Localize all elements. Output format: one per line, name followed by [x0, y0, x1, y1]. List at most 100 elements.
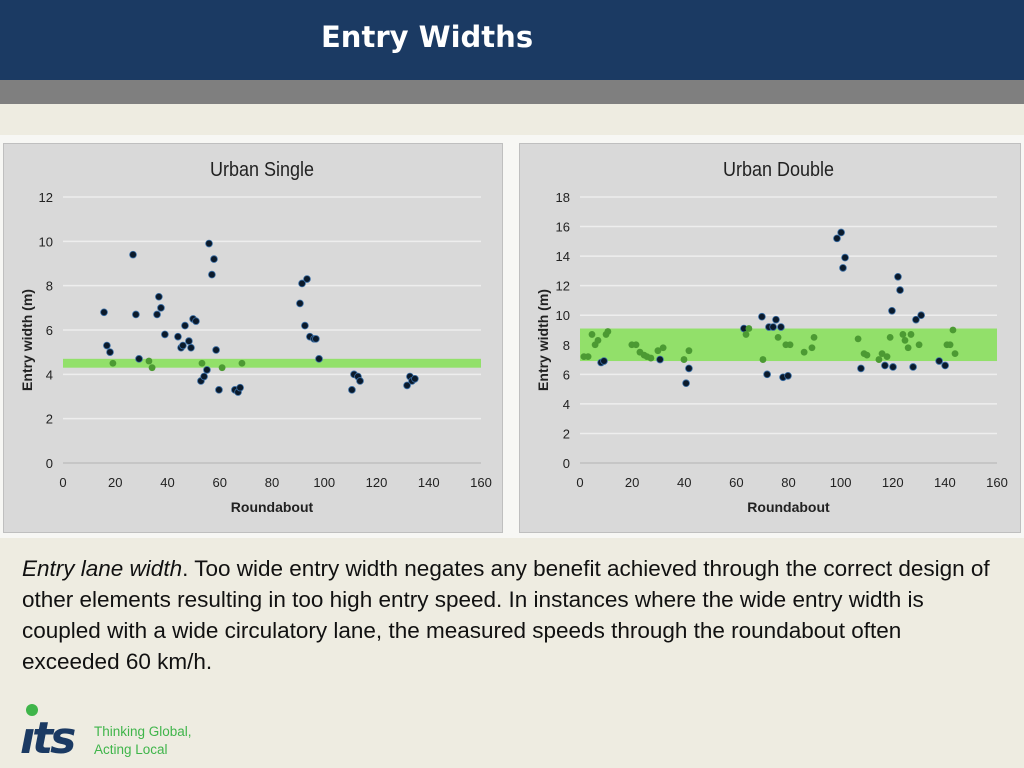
data-point-in-band — [808, 344, 816, 352]
data-point — [837, 228, 845, 237]
data-point-in-band — [594, 336, 602, 344]
x-tick-label: 120 — [366, 475, 388, 490]
data-point — [777, 323, 785, 331]
chart-title: Urban Single — [210, 159, 314, 181]
y-axis-label: Entry width (m) — [535, 289, 551, 391]
data-point-in-band — [810, 333, 818, 341]
data-point — [192, 317, 200, 325]
x-tick-label: 60 — [729, 475, 743, 490]
data-point — [181, 321, 189, 330]
data-point-in-band — [800, 348, 808, 356]
data-point — [161, 330, 169, 339]
data-point — [894, 273, 902, 281]
x-tick-label: 140 — [934, 475, 956, 490]
x-tick-label: 100 — [313, 475, 335, 490]
x-tick-label: 160 — [986, 475, 1008, 490]
data-point — [303, 275, 311, 283]
y-tick-label: 8 — [46, 279, 53, 294]
data-point-in-band — [198, 359, 206, 367]
slide-caption: Entry lane width. Too wide entry width n… — [22, 553, 1002, 677]
data-point — [236, 383, 244, 392]
data-point-in-band — [745, 325, 753, 332]
data-point — [103, 341, 111, 350]
header-divider — [0, 80, 1024, 104]
y-tick-label: 12 — [39, 190, 53, 205]
data-point — [935, 357, 943, 365]
data-point — [205, 239, 213, 248]
x-tick-label: 20 — [625, 475, 639, 490]
svg-text:ıts: ıts — [20, 713, 75, 757]
data-point — [656, 355, 664, 364]
chart-urban-double: Urban Double 0 2 4 6 8 10 12 14 16 18 0 20 40 60 80 100 1… — [519, 143, 1021, 533]
data-point — [157, 304, 165, 312]
data-point-in-band — [647, 354, 655, 362]
data-point — [100, 308, 108, 317]
x-tick-label: 160 — [470, 475, 492, 490]
data-point-in-band — [685, 347, 693, 355]
chart-urban-single-svg: Urban Single0246810120 20 40 60 80 100 120 140 1… — [19, 159, 492, 515]
data-point-in-band — [899, 331, 907, 338]
x-axis-label: Roundabout — [747, 499, 830, 515]
target-band — [63, 358, 481, 368]
data-point-in-band — [774, 333, 782, 341]
y-tick-label: 2 — [563, 426, 570, 441]
y-tick-label: 12 — [556, 279, 570, 294]
data-point — [187, 343, 195, 352]
data-point — [174, 332, 182, 341]
data-point — [784, 372, 792, 380]
data-point — [411, 374, 419, 383]
data-point — [857, 364, 865, 373]
data-point-in-band — [588, 331, 596, 338]
x-tick-label: 80 — [781, 475, 795, 490]
data-point — [763, 370, 771, 379]
x-tick-label: 120 — [882, 475, 904, 490]
data-point — [772, 315, 780, 324]
y-tick-label: 0 — [563, 456, 570, 471]
x-tick-label: 60 — [213, 475, 227, 490]
data-point — [132, 310, 140, 319]
data-point-in-band — [218, 364, 226, 372]
data-point-in-band — [680, 356, 688, 363]
data-point — [889, 363, 897, 371]
data-point-in-band — [949, 326, 957, 334]
data-point — [129, 250, 137, 259]
y-tick-label: 10 — [556, 308, 570, 323]
data-point — [179, 341, 187, 350]
y-tick-label: 6 — [46, 323, 53, 338]
data-point — [315, 355, 323, 363]
tagline-line-2: Acting Local — [94, 742, 168, 757]
data-point — [896, 286, 904, 294]
data-point — [185, 337, 193, 345]
data-point — [909, 363, 917, 371]
data-point — [301, 321, 309, 330]
data-point — [841, 253, 849, 262]
its-logo: ıts — [20, 703, 86, 764]
data-point — [312, 335, 320, 343]
data-point-in-band — [145, 357, 153, 365]
data-point-in-band — [148, 364, 156, 372]
x-tick-label: 40 — [160, 475, 174, 490]
data-point-in-band — [907, 331, 915, 338]
chart-title: Urban Double — [723, 159, 834, 181]
data-point — [212, 346, 220, 354]
data-point-in-band — [883, 353, 891, 360]
data-point-in-band — [584, 353, 592, 360]
slide-title: Entry Widths — [321, 20, 534, 54]
data-point-in-band — [951, 350, 959, 358]
data-point — [203, 366, 211, 374]
x-tick-label: 40 — [677, 475, 691, 490]
data-point-in-band — [604, 328, 612, 335]
data-point — [106, 348, 114, 356]
data-point-in-band — [901, 336, 909, 344]
data-point-in-band — [875, 356, 883, 363]
logo-tagline: Thinking Global, Acting Local — [94, 723, 192, 759]
data-point — [155, 292, 163, 301]
y-tick-label: 14 — [556, 249, 570, 264]
x-tick-label: 0 — [59, 475, 66, 490]
data-point — [600, 357, 608, 365]
data-point — [356, 377, 364, 385]
data-point — [685, 364, 693, 373]
y-tick-label: 8 — [563, 338, 570, 353]
data-point — [215, 386, 223, 394]
x-tick-label: 80 — [265, 475, 279, 490]
